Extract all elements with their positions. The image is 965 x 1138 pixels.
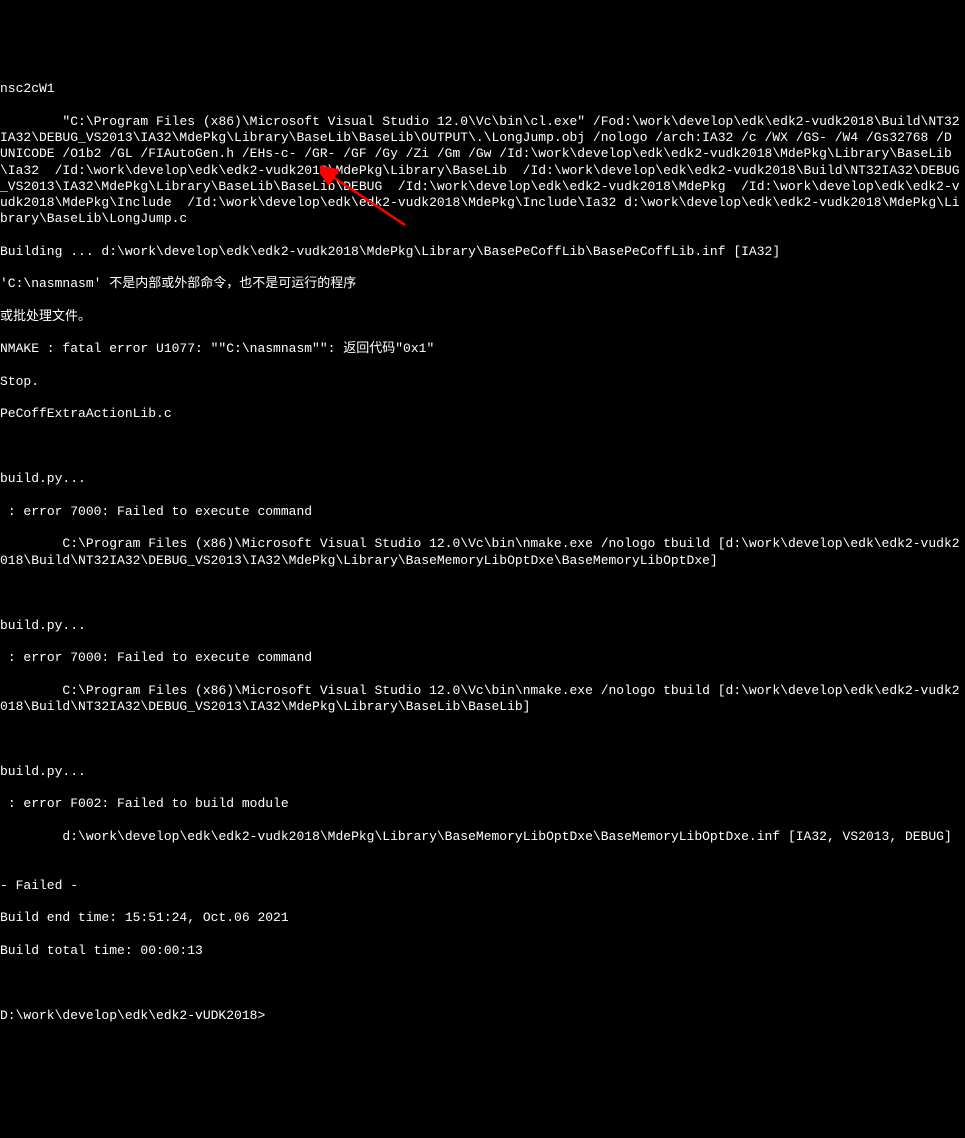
output-line: "C:\Program Files (x86)\Microsoft Visual… [0, 114, 965, 228]
output-line: 'C:\nasmnasm' 不是内部或外部命令，也不是可运行的程序 [0, 276, 965, 292]
command-prompt[interactable]: D:\work\develop\edk\edk2-vUDK2018> [0, 1008, 265, 1023]
output-line: C:\Program Files (x86)\Microsoft Visual … [0, 683, 965, 716]
error-line: : error 7000: Failed to execute command [0, 650, 965, 666]
output-line: C:\Program Files (x86)\Microsoft Visual … [0, 536, 965, 569]
output-line: PeCoffExtraActionLib.c [0, 406, 965, 422]
output-line: d:\work\develop\edk\edk2-vudk2018\MdePkg… [0, 829, 965, 845]
terminal-output: nsc2cW1 "C:\Program Files (x86)\Microsof… [0, 65, 965, 1024]
output-line: Build end time: 15:51:24, Oct.06 2021 [0, 910, 965, 926]
output-line: 或批处理文件。 [0, 309, 965, 325]
output-line: build.py... [0, 471, 965, 487]
output-line: - Failed - [0, 878, 965, 894]
output-line: Stop. [0, 374, 965, 390]
output-line: nsc2cW1 [0, 81, 965, 97]
output-line: build.py... [0, 764, 965, 780]
error-line: : error 7000: Failed to execute command [0, 504, 965, 520]
output-line: Building ... d:\work\develop\edk\edk2-vu… [0, 244, 965, 260]
output-line: Build total time: 00:00:13 [0, 943, 965, 959]
output-line: build.py... [0, 618, 965, 634]
error-line: : error F002: Failed to build module [0, 796, 965, 812]
error-line: NMAKE : fatal error U1077: ""C:\nasmnasm… [0, 341, 965, 357]
